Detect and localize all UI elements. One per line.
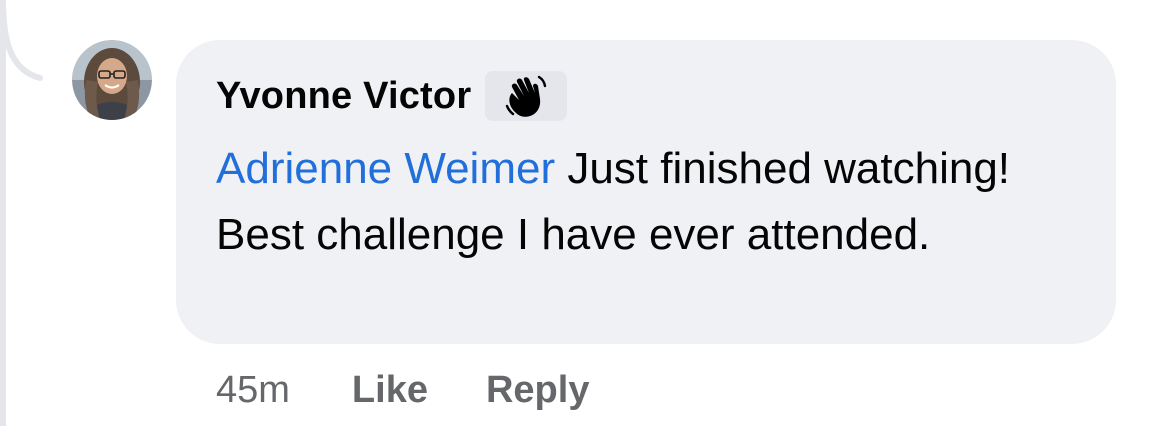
- comment-actions: 45m Like Reply: [216, 362, 647, 418]
- avatar[interactable]: [72, 40, 152, 120]
- avatar-image: [72, 40, 152, 120]
- comment-bubble: Yvonne Victor Adrienne Weimer Just finis…: [176, 40, 1116, 344]
- badge[interactable]: [485, 71, 568, 121]
- reply-button[interactable]: Reply: [486, 369, 589, 412]
- timestamp[interactable]: 45m: [216, 369, 290, 412]
- thread-connector: [0, 0, 43, 81]
- author-name[interactable]: Yvonne Victor: [216, 75, 471, 118]
- waving-hand-icon: [506, 75, 547, 117]
- mention-link[interactable]: Adrienne Weimer: [216, 144, 555, 193]
- author-row: Yvonne Victor: [216, 68, 1080, 124]
- like-button[interactable]: Like: [352, 369, 428, 412]
- comment-text: Adrienne Weimer Just finished watching! …: [216, 136, 1096, 268]
